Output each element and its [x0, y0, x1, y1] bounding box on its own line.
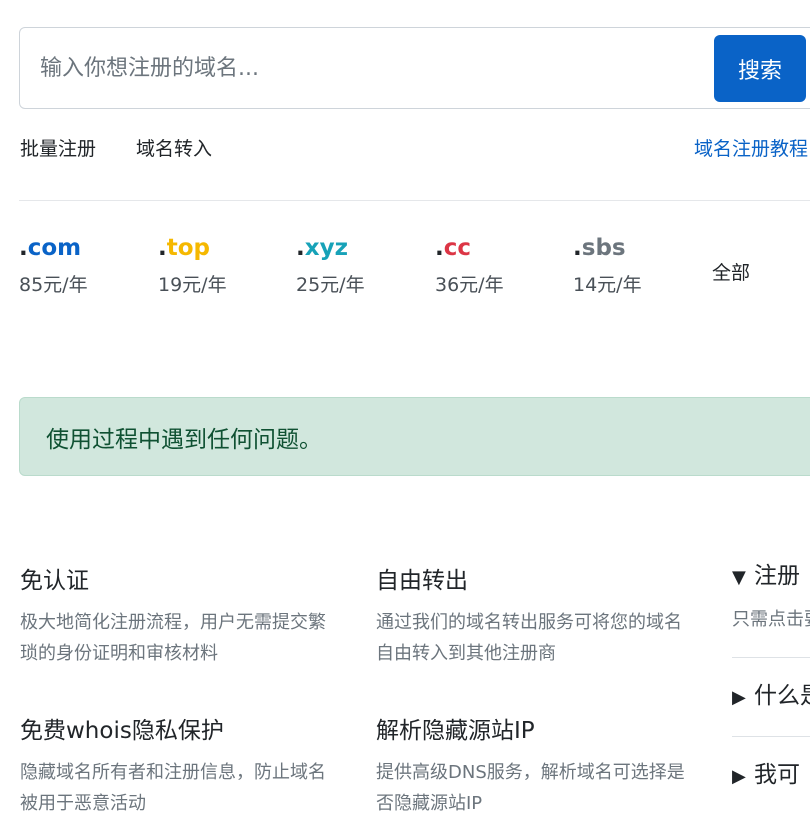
tld-dot: .	[573, 235, 582, 261]
feature-free-transfer-out: 自由转出 通过我们的域名转出服务可将您的域名自由转入到其他注册商	[376, 565, 696, 669]
faq-summary[interactable]: ▶ 我可	[732, 759, 810, 793]
faq-summary[interactable]: ▼ 注册	[732, 560, 810, 594]
tld-item-xyz[interactable]: .xyz 25元/年	[296, 232, 426, 297]
tld-item-com[interactable]: .com 85元/年	[19, 232, 149, 297]
tld-ext: com	[27, 235, 82, 261]
search-box	[19, 27, 810, 109]
search-button[interactable]: 搜索	[714, 35, 806, 102]
feature-title: 免认证	[20, 568, 89, 594]
tld-name: .com	[19, 232, 149, 264]
feature-description: 通过我们的域名转出服务可将您的域名自由转入到其他注册商	[376, 612, 682, 664]
tld-dot: .	[435, 235, 444, 261]
feature-title: 解析隐藏源站IP	[376, 718, 535, 744]
feature-title: 免费whois隐私保护	[20, 718, 224, 744]
tld-item-top[interactable]: .top 19元/年	[158, 232, 288, 297]
tld-name: .xyz	[296, 232, 426, 264]
search-input[interactable]	[40, 48, 680, 88]
faq-item[interactable]: ▼ 注册 只需点击要的域名往结帐，	[732, 560, 810, 658]
tutorial-link[interactable]: 域名注册教程	[694, 134, 808, 161]
tld-ext: sbs	[581, 235, 626, 261]
feature-description: 隐藏域名所有者和注册信息，防止域名被用于恶意活动	[20, 762, 326, 814]
triangle-right-icon: ▶	[732, 687, 746, 708]
tld-name: .sbs	[573, 232, 703, 264]
feature-description: 提供高级DNS服务，解析域名可选择是否隐藏源站IP	[376, 762, 685, 814]
feature-title: 自由转出	[376, 568, 468, 594]
tld-dot: .	[296, 235, 305, 261]
tld-price: 14元/年	[573, 274, 642, 296]
faq-question: 什么是	[754, 683, 810, 709]
tld-price: 85元/年	[19, 274, 88, 296]
faq-summary[interactable]: ▶ 什么是	[732, 680, 810, 714]
bulk-register-link[interactable]: 批量注册	[20, 134, 96, 161]
tld-name: .top	[158, 232, 288, 264]
tld-dot: .	[158, 235, 167, 261]
faq-item[interactable]: ▶ 我可	[732, 737, 810, 815]
alert-text: 使用过程中遇到任何问题。	[46, 426, 322, 453]
tld-ext: top	[166, 235, 211, 261]
tld-price: 19元/年	[158, 274, 227, 296]
divider	[19, 200, 810, 201]
domain-registration-page: 搜索 批量注册 域名转入 域名注册教程 .com 85元/年 .top 19元/…	[0, 0, 810, 838]
triangle-right-icon: ▶	[732, 766, 746, 787]
faq-question: 注册	[754, 563, 800, 589]
tld-item-cc[interactable]: .cc 36元/年	[435, 232, 565, 297]
faq-answer: 只需点击要的域名往结帐，	[732, 609, 810, 630]
faq-question: 我可	[754, 762, 800, 788]
tld-name: .cc	[435, 232, 565, 264]
tld-price: 25元/年	[296, 274, 365, 296]
feature-description: 极大地简化注册流程，用户无需提交繁琐的身份证明和审核材料	[20, 612, 326, 664]
tld-all-link[interactable]: 全部	[712, 258, 750, 285]
transfer-in-link[interactable]: 域名转入	[136, 134, 212, 161]
tld-item-sbs[interactable]: .sbs 14元/年	[573, 232, 703, 297]
tld-ext: xyz	[304, 235, 348, 261]
tld-dot: .	[19, 235, 28, 261]
feature-whois-privacy: 免费whois隐私保护 隐藏域名所有者和注册信息，防止域名被用于恶意活动	[20, 715, 340, 819]
tld-ext: cc	[443, 235, 472, 261]
tld-price: 36元/年	[435, 274, 504, 296]
faq-item[interactable]: ▶ 什么是	[732, 658, 810, 737]
faq-accordion: ▼ 注册 只需点击要的域名往结帐， ▶ 什么是 ▶ 我可	[732, 560, 810, 815]
feature-no-verification: 免认证 极大地简化注册流程，用户无需提交繁琐的身份证明和审核材料	[20, 565, 340, 669]
info-alert: 使用过程中遇到任何问题。	[19, 397, 810, 476]
triangle-down-icon: ▼	[732, 567, 746, 588]
feature-hide-origin-ip: 解析隐藏源站IP 提供高级DNS服务，解析域名可选择是否隐藏源站IP	[376, 715, 696, 819]
